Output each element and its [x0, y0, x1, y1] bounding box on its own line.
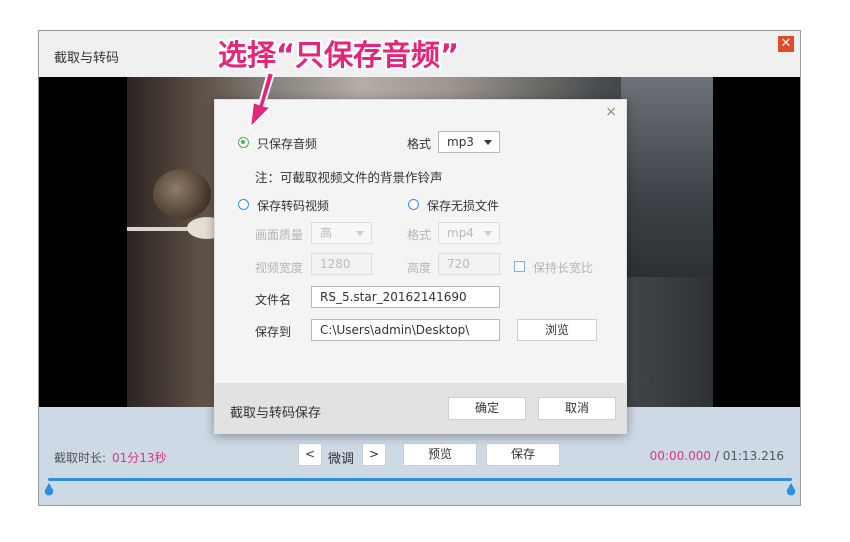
lossless-label[interactable]: 保存无损文件 [427, 197, 499, 214]
dialog-footer: 截取与转码保存 确定 取消 [215, 383, 626, 433]
audio-format-value: mp3 [447, 135, 474, 149]
cancel-button[interactable]: 取消 [538, 397, 616, 420]
video-height-label: 高度 [407, 261, 432, 275]
fine-tune-next-button[interactable]: > [362, 443, 386, 466]
drop-handle-icon [44, 483, 54, 496]
fine-tune-prev-button[interactable]: < [298, 443, 322, 466]
quality-value: 高 [320, 226, 333, 240]
fine-tune-label: 微调 [328, 452, 355, 467]
filename-input[interactable]: RS_5.star_20162141690 [311, 286, 500, 308]
duration-label: 截取时长: [54, 451, 107, 465]
chevron-down-icon [484, 140, 492, 145]
lossless-radio[interactable] [408, 199, 419, 210]
video-format-value: mp4 [447, 226, 474, 240]
video-width-input: 1280 [311, 253, 372, 275]
save-to-label: 保存到 [255, 325, 292, 339]
time-readout: 00:00.000 / 01:13.216 [650, 449, 784, 463]
audio-only-label[interactable]: 只保存音频 [257, 135, 317, 152]
current-time: 00:00.000 [649, 449, 711, 463]
trim-end-handle[interactable] [786, 483, 796, 496]
annotation-callout: 选择“只保存音频” [218, 38, 460, 72]
video-height-input: 720 [438, 253, 500, 275]
save-button[interactable]: 保存 [486, 443, 560, 466]
keep-ratio-label: 保持长宽比 [533, 261, 594, 275]
wall-painting [621, 77, 713, 277]
dialog-footer-title: 截取与转码保存 [230, 406, 322, 421]
audio-only-radio[interactable] [238, 137, 249, 148]
decor-ball [153, 169, 211, 219]
annotation-arrow-icon [249, 72, 275, 129]
transcode-video-radio[interactable] [238, 199, 249, 210]
video-width-label: 视频宽度 [255, 261, 304, 275]
chevron-down-icon [484, 231, 492, 236]
time-separator: / [714, 449, 719, 463]
transcode-video-label[interactable]: 保存转码视频 [257, 197, 329, 214]
window-close-button[interactable]: ✕ [778, 36, 794, 52]
save-path-input[interactable]: C:\Users\admin\Desktop\ [311, 319, 500, 341]
save-options-dialog: × 只保存音频 格式 mp3 注：可截取视频文件的背景作铃声 保存转码视频 保存… [214, 99, 627, 434]
total-time: 01:13.216 [722, 449, 784, 463]
video-format-label: 格式 [407, 228, 432, 242]
trim-track[interactable] [48, 478, 792, 481]
drop-handle-icon [786, 483, 796, 496]
audio-format-select[interactable]: mp3 [438, 131, 500, 153]
browse-button[interactable]: 浏览 [517, 319, 597, 341]
dialog-close-button[interactable]: × [605, 104, 617, 120]
video-format-select: mp4 [438, 222, 500, 244]
ok-button[interactable]: 确定 [448, 397, 526, 420]
quality-select: 高 [311, 222, 372, 244]
chevron-down-icon [356, 231, 364, 236]
duration-value: 01分13秒 [112, 451, 167, 465]
trim-start-handle[interactable] [44, 483, 54, 496]
keep-ratio-checkbox [514, 261, 525, 272]
filename-label: 文件名 [255, 293, 292, 307]
audio-note: 注：可截取视频文件的背景作铃声 [255, 170, 443, 185]
audio-format-label: 格式 [407, 137, 432, 151]
preview-button[interactable]: 预览 [403, 443, 477, 466]
window-title: 截取与转码 [54, 51, 120, 66]
quality-label: 画面质量 [255, 228, 304, 242]
